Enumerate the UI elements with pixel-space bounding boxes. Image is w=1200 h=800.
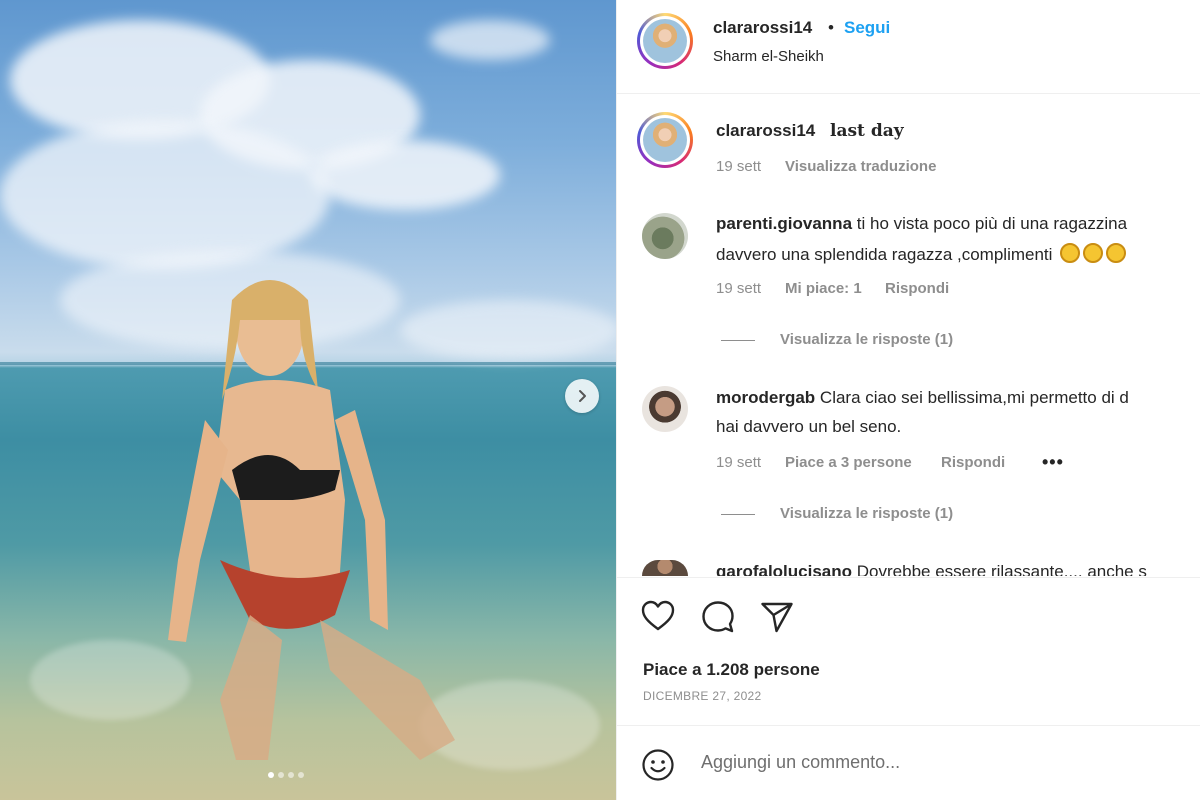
commenter-avatar[interactable] xyxy=(642,560,688,576)
comment-likes[interactable]: Mi piace: 1 xyxy=(785,280,862,297)
replies-dash xyxy=(721,340,755,341)
reply-button[interactable]: Rispondi xyxy=(885,280,949,297)
follow-button[interactable]: Segui xyxy=(844,18,890,38)
commenter-avatar[interactable] xyxy=(642,386,688,432)
share-button[interactable] xyxy=(760,601,794,638)
divider xyxy=(617,577,1200,578)
post-location[interactable]: Sharm el-Sheikh xyxy=(713,48,824,65)
comment-likes[interactable]: Piace a 3 persone xyxy=(785,454,912,471)
comment-text: hai davvero un bel seno. xyxy=(716,417,902,436)
carousel-dot[interactable] xyxy=(268,772,274,778)
reply-button[interactable]: Rispondi xyxy=(941,454,1005,471)
comment-button[interactable] xyxy=(701,600,735,639)
comment-text: Clara ciao sei bellissima,mi permetto di… xyxy=(819,388,1129,407)
chevron-right-icon xyxy=(579,390,586,402)
replies-dash xyxy=(721,514,755,515)
carousel-dot[interactable] xyxy=(278,772,284,778)
send-icon xyxy=(761,602,793,633)
clap-emoji-icon xyxy=(1083,243,1104,263)
commenter-avatar[interactable] xyxy=(642,213,688,259)
comment-time[interactable]: 19 sett xyxy=(716,454,761,471)
caption-avatar[interactable] xyxy=(637,112,693,168)
caption-username[interactable]: clararossi14 xyxy=(716,121,815,141)
comment-text: Dovrebbe essere rilassante.... anche s xyxy=(856,562,1147,576)
comment-text: davvero una splendida ragazza ,complimen… xyxy=(716,245,1053,264)
post-photo[interactable] xyxy=(0,0,616,800)
author-avatar[interactable] xyxy=(637,13,693,69)
view-replies-button[interactable]: Visualizza le risposte (1) xyxy=(780,331,953,348)
comment-line: parenti.giovanna ti ho vista poco più di… xyxy=(716,214,1127,234)
view-replies-button[interactable]: Visualizza le risposte (1) xyxy=(780,505,953,522)
commenter-username[interactable]: garofalolucisano xyxy=(716,562,852,576)
comment-line: garofalolucisano Dovrebbe essere rilassa… xyxy=(716,562,1147,576)
carousel-dot[interactable] xyxy=(298,772,304,778)
person-figure xyxy=(168,280,455,760)
post-date: DICEMBRE 27, 2022 xyxy=(643,689,762,703)
comment-input[interactable] xyxy=(701,752,1181,773)
divider xyxy=(617,725,1200,726)
clap-emoji-icon xyxy=(1060,243,1081,263)
commenter-username[interactable]: morodergab xyxy=(716,388,815,407)
likes-count[interactable]: Piace a 1.208 persone xyxy=(643,660,820,680)
caption-text: last day xyxy=(830,121,904,141)
comment-line: hai davvero un bel seno. xyxy=(716,417,901,437)
heart-icon xyxy=(641,600,675,631)
comment-time[interactable]: 19 sett xyxy=(716,280,761,297)
commenter-username[interactable]: parenti.giovanna xyxy=(716,214,852,233)
comment-icon xyxy=(702,601,734,633)
comment-line: davvero una splendida ragazza ,complimen… xyxy=(716,243,1127,265)
emoji-button[interactable] xyxy=(641,748,675,787)
carousel-dot[interactable] xyxy=(288,772,294,778)
smiley-icon xyxy=(642,749,674,781)
carousel-dots xyxy=(268,772,304,778)
post-side-panel: clararossi14 • Segui Sharm el-Sheikh cla… xyxy=(616,0,1200,800)
comment-line: morodergab Clara ciao sei bellissima,mi … xyxy=(716,388,1129,408)
comment-text: ti ho vista poco più di una ragazzina xyxy=(856,214,1128,233)
clap-emoji-icon xyxy=(1106,243,1127,263)
divider xyxy=(617,93,1200,94)
caption-time[interactable]: 19 sett xyxy=(716,158,761,175)
separator-dot: • xyxy=(828,18,834,37)
like-button[interactable] xyxy=(641,600,675,637)
translate-link[interactable]: Visualizza traduzione xyxy=(785,158,936,175)
more-options-button[interactable]: ••• xyxy=(1042,452,1064,473)
author-username[interactable]: clararossi14 xyxy=(713,18,812,38)
carousel-next-button[interactable] xyxy=(565,379,599,413)
